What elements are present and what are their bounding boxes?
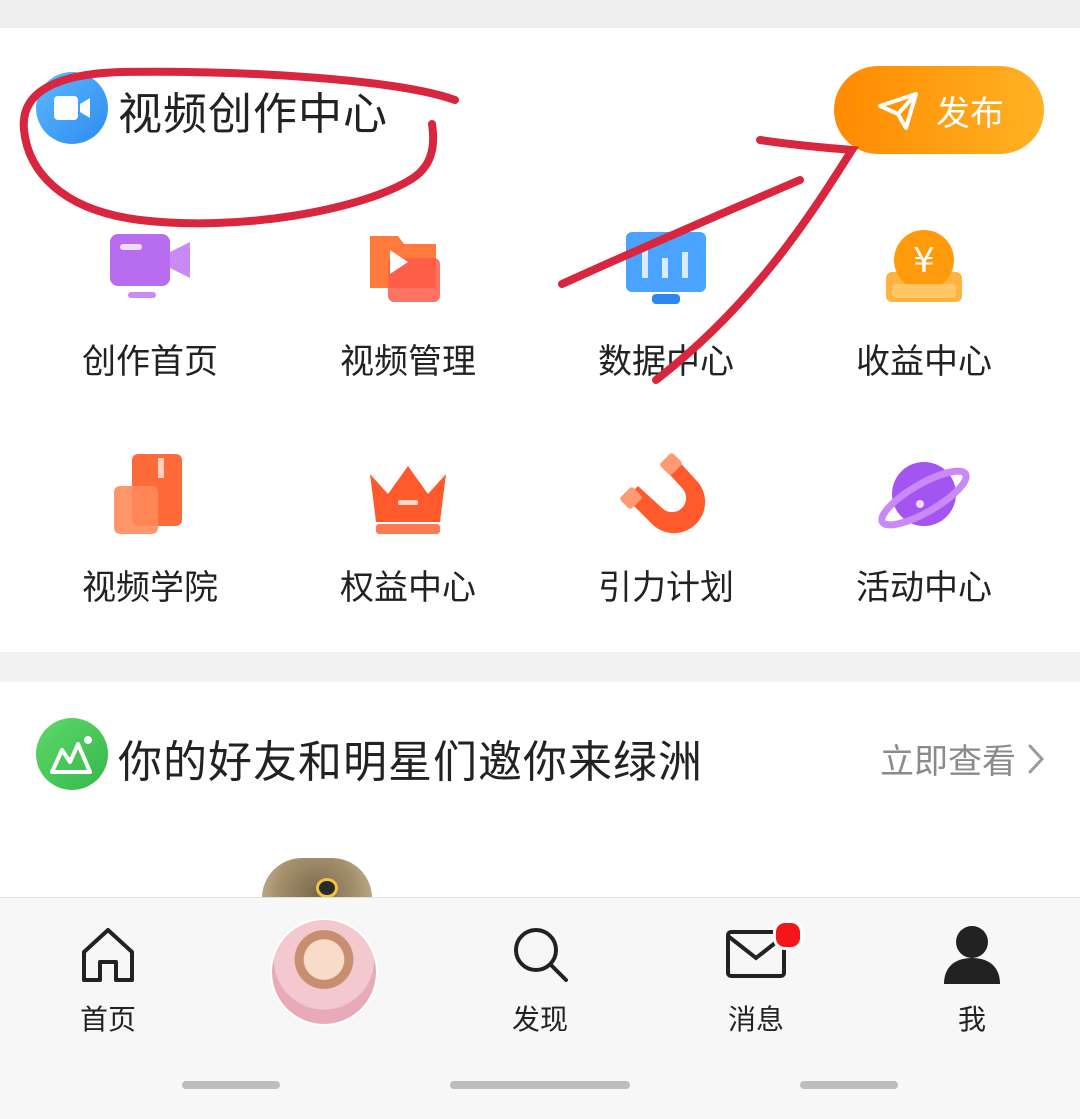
tab-discover[interactable]: 发现 bbox=[470, 922, 610, 1042]
publish-button[interactable]: 发布 bbox=[834, 66, 1044, 154]
tab-label: 消息 bbox=[727, 1003, 784, 1036]
grid-label: 数据中心 bbox=[598, 342, 734, 382]
data-center-icon bbox=[626, 232, 706, 304]
grid-item-video-academy[interactable]: 视频学院 bbox=[20, 452, 280, 642]
gesture-indicator-left bbox=[182, 1081, 280, 1089]
grid-item-benefits-center[interactable]: 权益中心 bbox=[278, 452, 538, 642]
tab-label: 首页 bbox=[79, 1003, 136, 1036]
friend-avatar[interactable] bbox=[262, 858, 372, 898]
creator-center-title: 视频创作中心 bbox=[118, 89, 388, 140]
grid-item-creation-home[interactable]: 创作首页 bbox=[20, 226, 280, 416]
creation-home-icon bbox=[110, 234, 190, 298]
tab-home[interactable]: 首页 bbox=[38, 922, 178, 1042]
grid-item-video-management[interactable]: 视频管理 bbox=[278, 226, 538, 416]
grid-label: 收益中心 bbox=[856, 342, 992, 382]
grid-item-data-center[interactable]: 数据中心 bbox=[536, 226, 796, 416]
view-now-label: 立即查看 bbox=[880, 742, 1016, 782]
gravity-plan-icon bbox=[620, 453, 706, 534]
grid-label: 创作首页 bbox=[82, 342, 218, 382]
grid-item-earnings-center[interactable]: ¥ 收益中心 bbox=[794, 226, 1054, 416]
svg-text:¥: ¥ bbox=[913, 241, 935, 281]
gesture-indicator-right bbox=[800, 1081, 898, 1089]
tab-label: 发现 bbox=[511, 1003, 568, 1036]
earnings-center-icon: ¥ bbox=[886, 230, 962, 302]
video-creation-center-card: 视频创作中心 发布 创作首页 视频管理 数据中心 ¥ 收益中心 视频学院 权益中… bbox=[0, 28, 1080, 652]
oasis-invite-card: 你的好友和明星们邀你来绿洲 立即查看 bbox=[0, 682, 1080, 898]
view-now-link[interactable]: 立即查看 bbox=[880, 734, 1046, 783]
oasis-logo-icon bbox=[36, 718, 108, 790]
user-avatar-center[interactable] bbox=[272, 920, 376, 1024]
grid-label: 活动中心 bbox=[856, 568, 992, 608]
grid-label: 引力计划 bbox=[598, 568, 734, 608]
activity-center-icon bbox=[878, 462, 970, 529]
publish-label: 发布 bbox=[936, 93, 1004, 134]
video-camera-icon bbox=[36, 72, 108, 144]
benefits-center-icon bbox=[370, 466, 446, 534]
discover-search-icon bbox=[514, 928, 568, 982]
top-strip bbox=[0, 0, 1080, 28]
grid-label: 视频管理 bbox=[340, 342, 476, 382]
tab-label: 我 bbox=[957, 1003, 986, 1036]
unread-badge-dot bbox=[773, 920, 803, 950]
chevron-right-icon bbox=[1028, 744, 1045, 773]
home-icon bbox=[82, 928, 134, 982]
gesture-indicator-center bbox=[450, 1081, 630, 1089]
grid-label: 视频学院 bbox=[82, 568, 218, 608]
tab-me[interactable]: 我 bbox=[902, 922, 1042, 1042]
video-management-icon bbox=[370, 236, 440, 302]
grid-label: 权益中心 bbox=[340, 568, 476, 608]
send-paper-plane-icon bbox=[878, 92, 918, 130]
grid-item-activity-center[interactable]: 活动中心 bbox=[794, 452, 1054, 642]
oasis-invite-title: 你的好友和明星们邀你来绿洲 bbox=[118, 737, 703, 788]
profile-icon bbox=[944, 926, 1000, 984]
video-academy-icon bbox=[114, 454, 182, 534]
grid-item-gravity-plan[interactable]: 引力计划 bbox=[536, 452, 796, 642]
bottom-tab-bar: 首页 发现 消息 我 bbox=[0, 897, 1080, 1119]
tab-messages[interactable]: 消息 bbox=[686, 922, 826, 1042]
